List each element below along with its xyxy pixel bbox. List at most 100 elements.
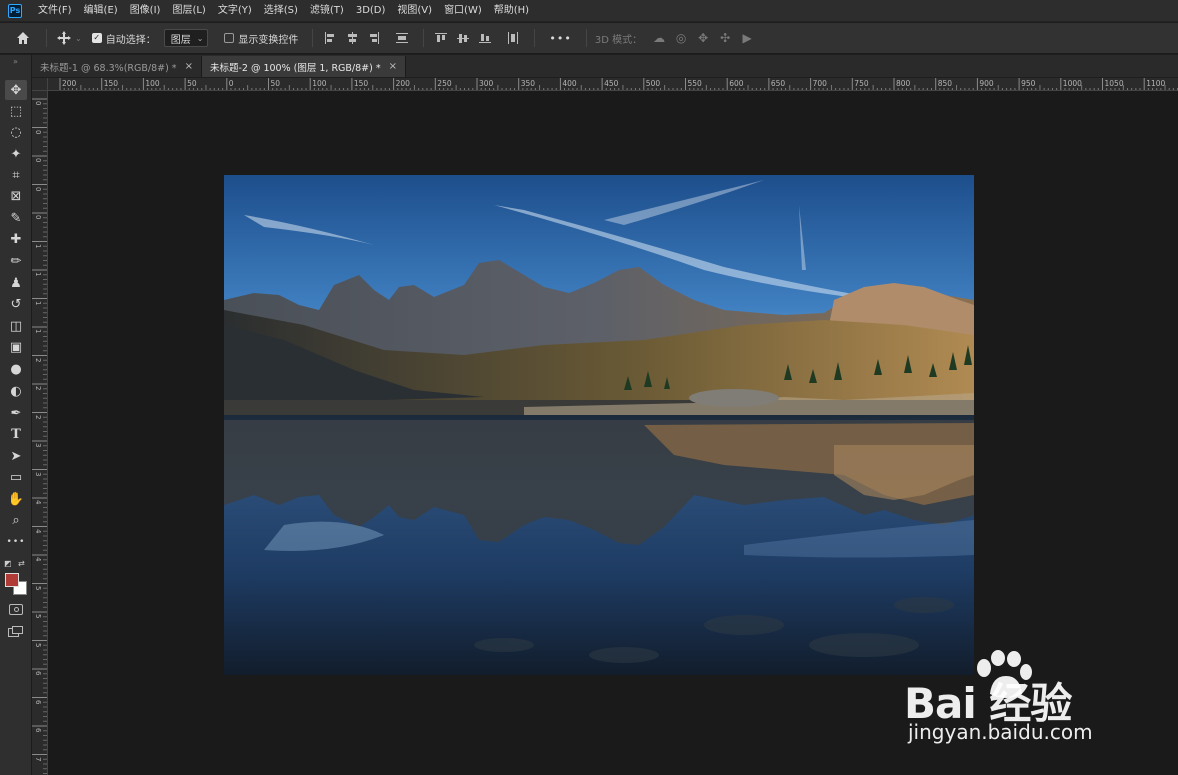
ruler-tick-label: 650 [770,79,786,88]
ruler-tick-label: 6 [34,671,42,676]
auto-select-target-value: 图层 [170,34,191,46]
move-tool-icon[interactable]: ✥ [5,80,27,100]
swap-colors-icon[interactable]: ⇄ [18,559,25,568]
ruler-tick-label: 0 [34,101,42,106]
home-icon[interactable] [14,29,32,47]
frame-tool-icon[interactable]: ⊠ [5,186,27,206]
lasso-tool-icon[interactable]: ◌ [5,122,27,142]
menu-item[interactable]: 图层(L) [166,0,211,22]
eraser-tool-icon[interactable]: ◫ [5,316,27,336]
ruler-tick-label: 450 [604,79,619,88]
ruler-tick-label: 600 [729,79,744,88]
menu-item[interactable]: 文字(Y) [212,0,258,22]
menu-item[interactable]: 窗口(W) [438,0,488,22]
document-tab-untitled-1[interactable]: 未标题-1 @ 68.3%(RGB/8#) * × [32,56,202,77]
ruler-tick-label: 1100 [1146,79,1166,88]
screen-mode-icon[interactable] [8,626,23,637]
ruler-tick-label: 1050 [1104,79,1124,88]
vertical-ruler[interactable]: 0 0 0 0 0 1 1 1 1 2 2 2 3 3 4 4 4 5 5 5 6 6 6 7 [32,91,48,775]
divider [46,29,47,47]
horizontal-ruler[interactable]: 200 150 100 50 0 50 100 150 200 250 300 350 400 450 50… [48,78,1178,91]
align-top-icon[interactable] [432,29,450,47]
menu-item[interactable]: 图像(I) [124,0,167,22]
distribute-horizontal-icon[interactable] [393,29,411,47]
menu-item[interactable]: 帮助(H) [488,0,535,22]
magic-wand-tool-icon[interactable]: ✦ [5,144,27,164]
auto-select-target-dropdown[interactable]: 图层 ⌄ [163,29,209,47]
show-transform-controls-checkbox[interactable] [224,33,235,43]
ruler-tick-label: 0 [34,158,42,163]
gradient-tool-icon[interactable]: ▣ [5,337,27,357]
ruler-tick-label: 400 [562,79,577,88]
more-options-button[interactable]: ••• [549,32,571,45]
type-tool-icon[interactable]: T [5,424,27,444]
brush-tool-icon[interactable]: ✏ [5,251,27,271]
menu-item[interactable]: 滤镜(T) [304,0,350,22]
align-bottom-icon[interactable] [476,29,494,47]
ruler-tick-label: 100 [145,79,160,88]
history-brush-tool-icon[interactable]: ↺ [5,294,27,314]
healing-brush-tool-icon[interactable]: ✚ [5,229,27,249]
menu-item[interactable]: 视图(V) [391,0,438,22]
blur-tool-icon[interactable]: ● [5,359,27,379]
ruler-tick-label: 1 [34,243,42,248]
document-image-mountain-lake[interactable] [224,175,974,675]
align-vertical-center-icon[interactable] [454,29,472,47]
orbit-3d-icon[interactable]: ☁ [650,29,668,47]
panel-collapse-icon[interactable]: » [0,55,31,69]
ruler-tick-label: 0 [34,129,42,134]
divider [585,29,587,47]
ruler-tick-label: 200 [62,79,77,88]
tools-panel: » ✥ ⬚ ◌ ✦ ⌗ ⊠ ✎ ✚ ✏ ♟ ↺ ◫ ▣ ● ◐ ✒ T ➤ ▭ ✋ ⌕ ••• ◩ ⇄ [0,55,32,775]
document-tab-untitled-2[interactable]: 未标题-2 @ 100% (图层 1, RGB/8#) * × [201,56,407,77]
menu-item[interactable]: 3D(D) [350,0,392,22]
ruler-tick-label: 800 [896,79,911,88]
ruler-tick-label: 150 [353,79,369,88]
ruler-tick-label: 2 [34,386,42,391]
ruler-tick-label: 1 [34,300,42,305]
move-tool-preset-icon[interactable] [55,29,73,47]
close-icon[interactable]: × [389,61,397,72]
scale-3d-icon[interactable]: ▶ [738,29,756,47]
align-right-icon[interactable] [365,29,383,47]
baidu-jingyan-watermark: Bai 经验 jingyan.baidu.com [900,650,1140,760]
clone-stamp-tool-icon[interactable]: ♟ [5,273,27,293]
ruler-tick-label: 4 [34,557,42,562]
auto-select-checkbox[interactable]: ✓ [91,33,102,43]
hand-tool-icon[interactable]: ✋ [5,489,27,509]
pan-3d-icon[interactable]: ✥ [694,29,712,47]
dodge-tool-icon[interactable]: ◐ [5,381,27,401]
distribute-vertical-icon[interactable] [504,29,522,47]
crop-tool-icon[interactable]: ⌗ [5,165,27,185]
pen-tool-icon[interactable]: ✒ [5,403,27,423]
ruler-tick-label: 1 [34,272,42,277]
ruler-tick-label: 50 [187,79,197,88]
ruler-tick-label: 2 [34,357,42,362]
menu-item[interactable]: 文件(F) [32,0,78,22]
ruler-tick-label: 0 [34,186,42,191]
eyedropper-tool-icon[interactable]: ✎ [5,208,27,228]
rectangle-tool-icon[interactable]: ▭ [5,467,27,487]
menu-bar: Ps 文件(F) 编辑(E) 图像(I) 图层(L) 文字(Y) 选择(S) 滤镜(T) 3D… [0,0,1178,22]
ruler-tick-label: 4 [34,500,42,505]
marquee-tool-icon[interactable]: ⬚ [5,101,27,121]
menu-item[interactable]: 选择(S) [258,0,304,22]
align-left-icon[interactable] [321,29,339,47]
ruler-tick-label: 300 [479,79,494,88]
chevron-down-icon[interactable]: ⌄ [75,34,82,43]
watermark-url-text: jingyan.baidu.com [908,720,1093,744]
ruler-origin[interactable] [32,78,48,91]
zoom-tool-icon[interactable]: ⌕ [5,510,27,530]
ruler-tick-label: 5 [34,642,42,647]
ruler-tick-label: 1000 [1062,79,1082,88]
quick-mask-icon[interactable] [9,604,23,615]
edit-toolbar-icon[interactable]: ••• [5,532,27,552]
menu-item[interactable]: 编辑(E) [78,0,124,22]
foreground-color-swatch[interactable] [5,573,19,587]
default-colors-icon[interactable]: ◩ [4,559,12,568]
align-horizontal-center-icon[interactable] [343,29,361,47]
slide-3d-icon[interactable]: ✣ [716,29,734,47]
close-icon[interactable]: × [185,61,193,72]
roll-3d-icon[interactable]: ◎ [672,29,690,47]
path-selection-tool-icon[interactable]: ➤ [5,446,27,466]
